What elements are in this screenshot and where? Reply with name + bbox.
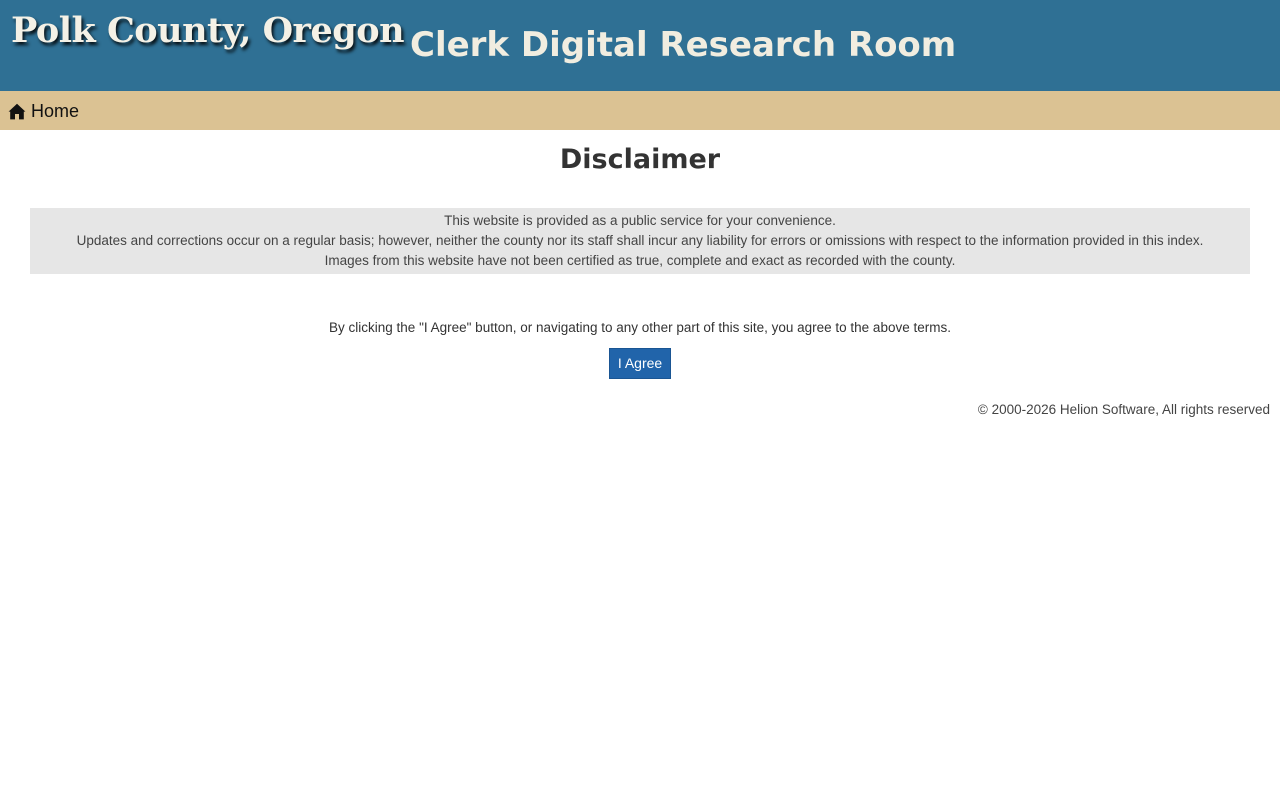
nav-home-label: Home xyxy=(31,100,80,121)
site-header: Polk County, Oregon Clerk Digital Resear… xyxy=(0,0,1280,91)
disclaimer-line: Updates and corrections occur on a regul… xyxy=(76,233,1204,248)
agreement-notice: By clicking the "I Agree" button, or nav… xyxy=(329,320,951,335)
disclaimer-line: This website is provided as a public ser… xyxy=(444,213,836,228)
copyright-footer: © 2000-2026 Helion Software, All rights … xyxy=(977,402,1270,417)
disclaimer-line: Images from this website have not been c… xyxy=(324,253,956,268)
site-title: Clerk Digital Research Room xyxy=(410,25,957,65)
navigation-bar: Home xyxy=(0,91,1280,130)
page-title: Disclaimer xyxy=(559,144,721,175)
i-agree-button[interactable]: I Agree xyxy=(609,348,671,379)
nav-home-link[interactable]: Home xyxy=(8,100,79,122)
home-icon xyxy=(8,103,26,120)
disclaimer-box: This website is provided as a public ser… xyxy=(30,208,1250,274)
county-logo[interactable]: Polk County, Oregon xyxy=(11,10,405,51)
